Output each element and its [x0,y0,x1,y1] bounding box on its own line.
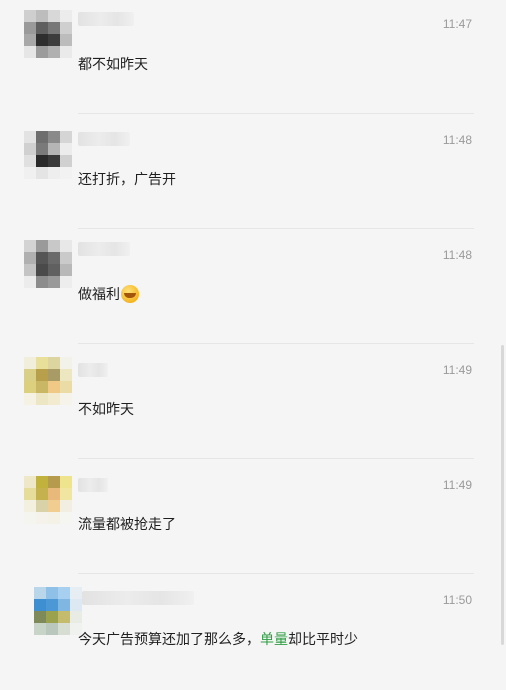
avatar[interactable] [24,476,72,524]
sender-name-redacted [82,591,194,605]
message-item[interactable]: 11:49 不如昨天 [0,343,506,460]
chat-message-list: 11:47 都不如昨天 11:48 还打折，广告开 11:48 做福利 11:4… [0,0,506,679]
sender-name-redacted [78,242,130,256]
sender-name-redacted [78,478,108,492]
message-text: 今天广告预算还加了那么多，单量却比平时少 [78,629,358,649]
avatar[interactable] [34,587,82,635]
message-text: 还打折，广告开 [78,172,176,188]
message-text: 流量都被抢走了 [78,517,176,533]
message-time: 11:50 [442,593,472,607]
avatar[interactable] [24,357,72,405]
sender-name-redacted [78,363,108,377]
divider [78,343,474,344]
message-text: 不如昨天 [78,402,134,418]
divider [78,228,474,229]
highlighted-keyword: 单量 [260,632,288,648]
message-time: 11:47 [442,17,472,31]
divider [78,458,474,459]
message-text-part: 今天广告预算还加了那么多， [78,632,260,648]
divider [78,573,474,574]
message-text-content: 做福利 [78,287,120,303]
sender-name-redacted [78,12,134,26]
sender-name-redacted [78,132,130,146]
scrollbar[interactable] [501,345,504,645]
message-item[interactable]: 11:49 流量都被抢走了 [0,458,506,575]
message-text-part: 却比平时少 [288,632,358,648]
message-item[interactable]: 11:48 做福利 [0,228,506,345]
avatar[interactable] [24,10,72,58]
message-item[interactable]: 11:50 今天广告预算还加了那么多，单量却比平时少 [0,573,506,690]
message-text: 做福利 [78,284,139,304]
message-time: 11:48 [442,133,472,147]
message-time: 11:49 [442,363,472,377]
avatar[interactable] [24,131,72,179]
message-item[interactable]: 11:48 还打折，广告开 [0,113,506,230]
divider [78,113,474,114]
message-text: 都不如昨天 [78,57,148,73]
message-item[interactable]: 11:47 都不如昨天 [0,0,506,115]
grinning-sweat-emoji-icon [121,285,139,303]
message-time: 11:49 [442,478,472,492]
avatar[interactable] [24,240,72,288]
message-time: 11:48 [442,248,472,262]
